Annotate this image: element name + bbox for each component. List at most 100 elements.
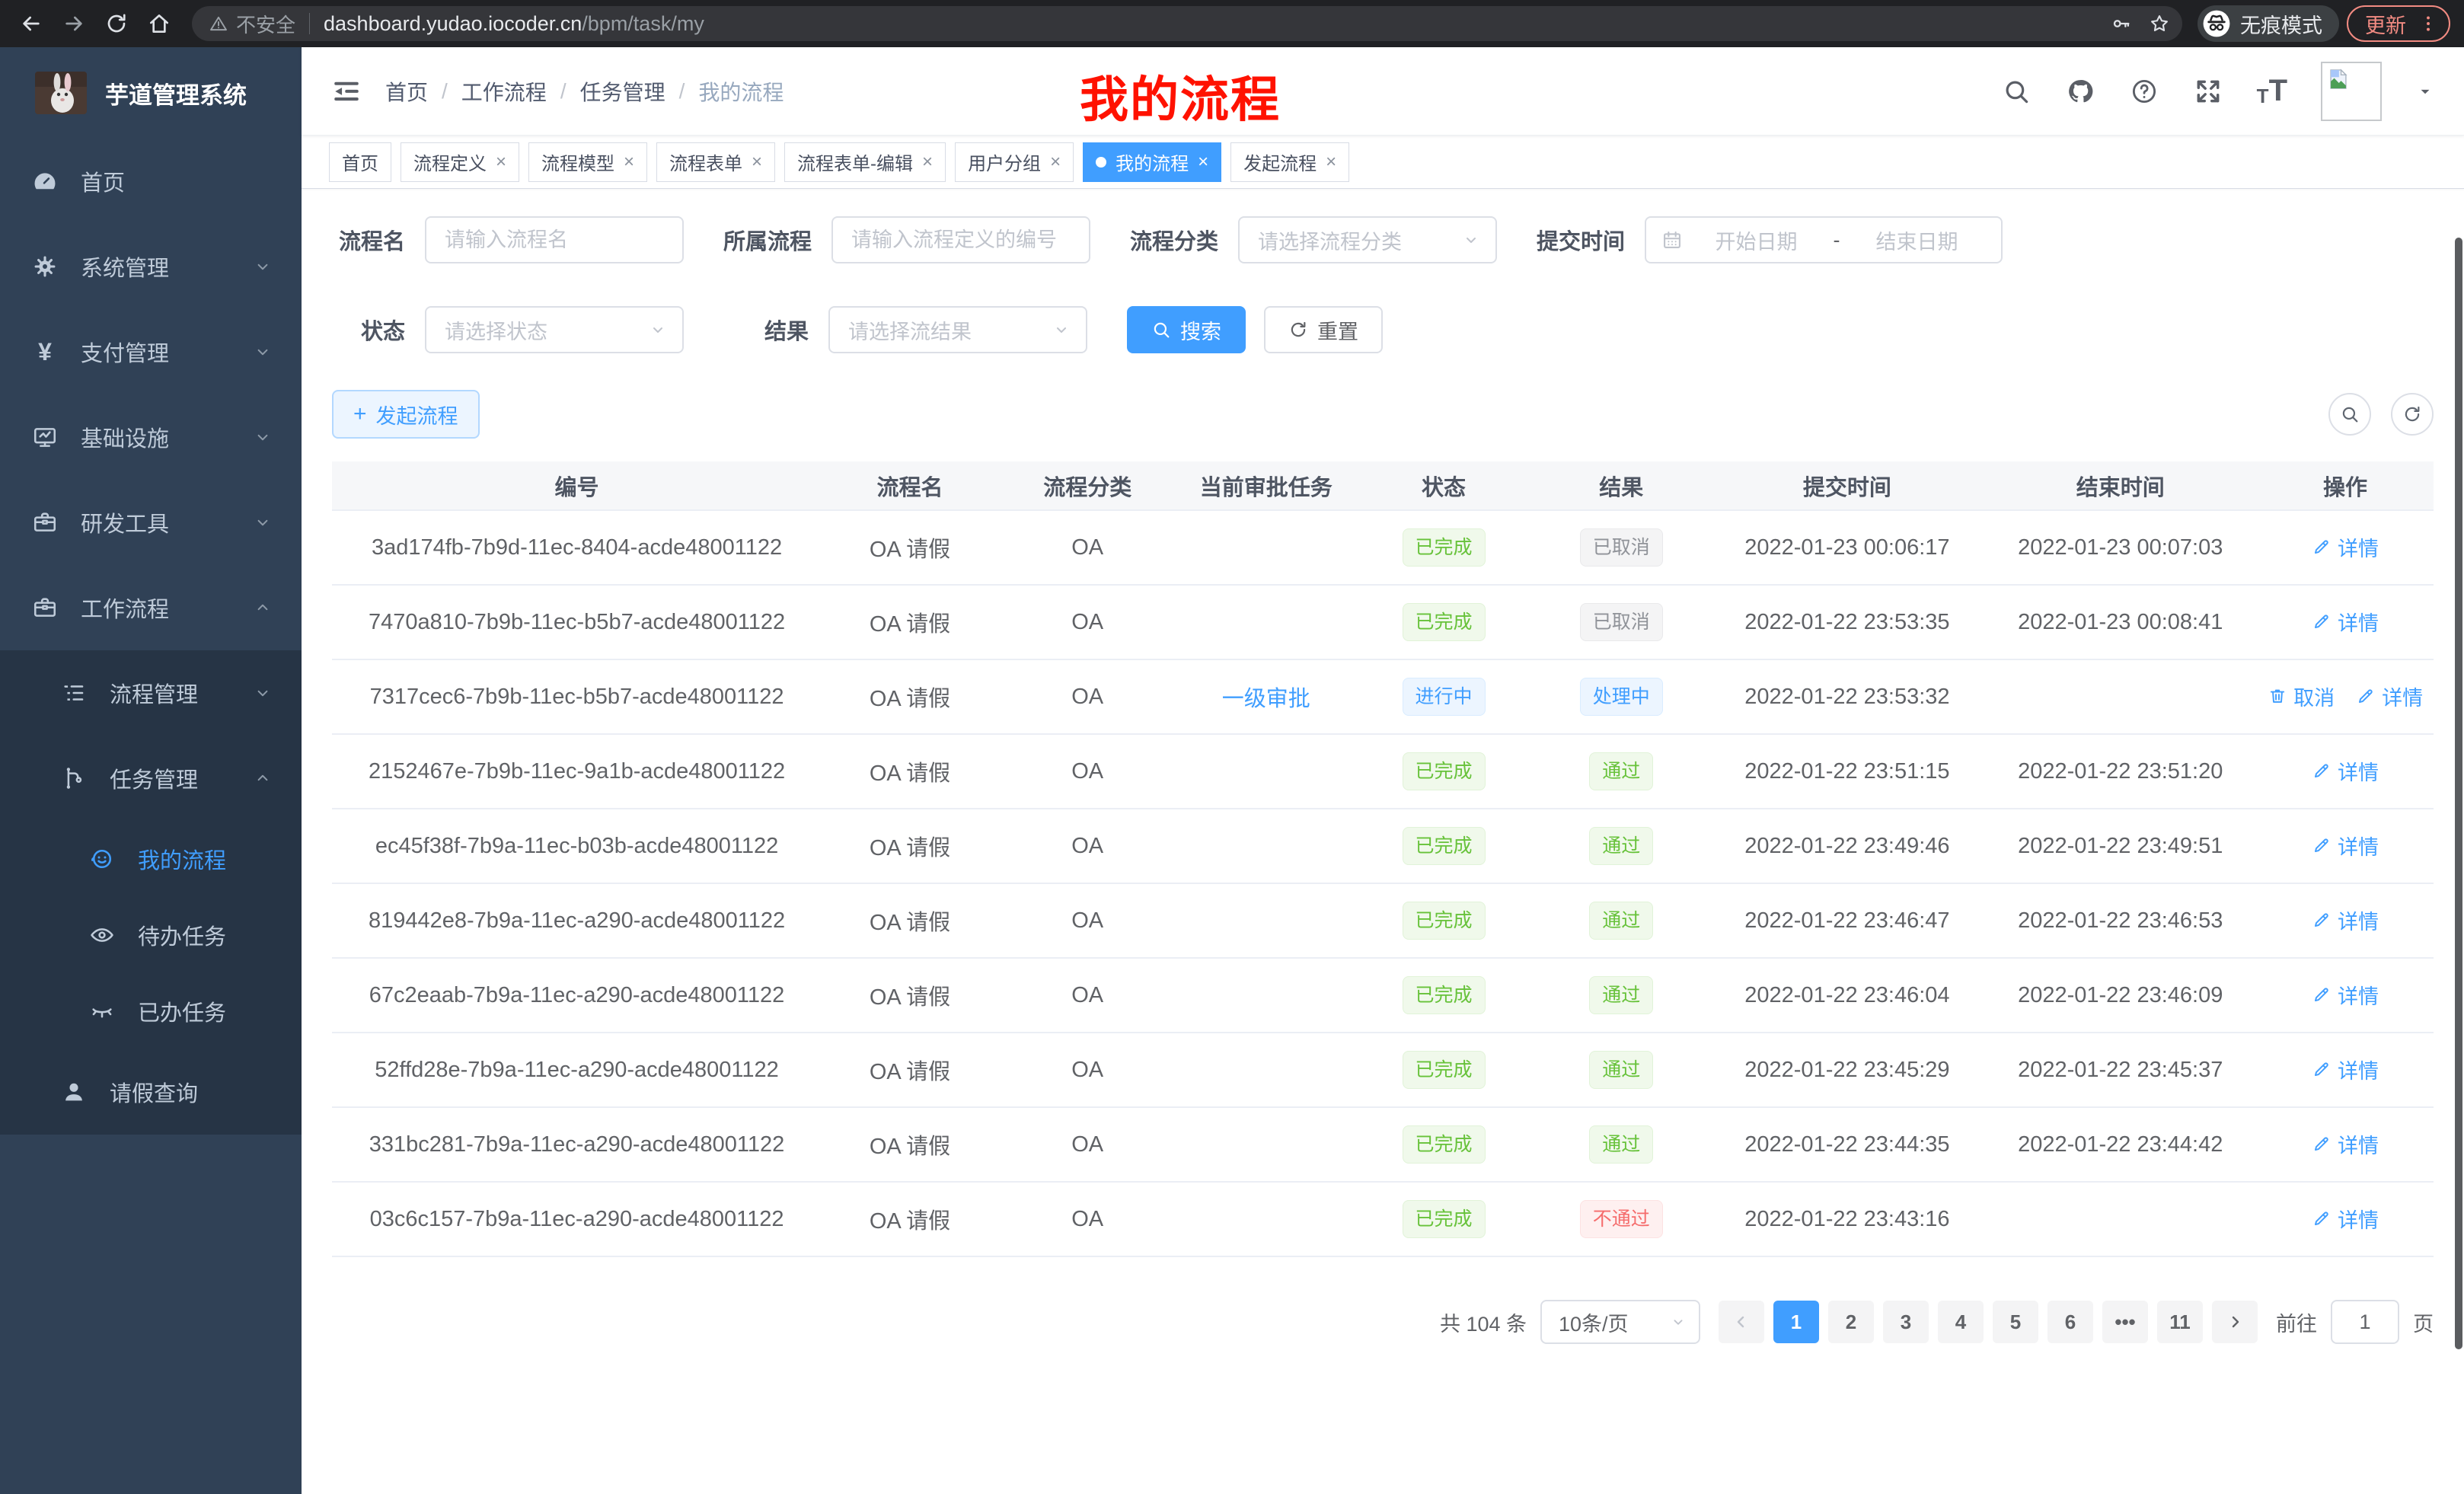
collapse-sidebar-icon[interactable] [330,75,362,107]
tab-my-process[interactable]: 我的流程× [1083,142,1221,182]
submit-time-range-picker[interactable]: 开始日期 - 结束日期 [1645,216,2003,263]
font-size-icon[interactable]: TT [2257,74,2287,108]
detail-action-link[interactable]: 详情 [2312,980,2379,1010]
tab-start-process[interactable]: 发起流程× [1230,142,1349,182]
tab-close-icon[interactable]: × [624,152,634,173]
help-icon[interactable] [2129,76,2159,107]
detail-action-link[interactable]: 详情 [2312,607,2379,637]
filter-label-process-name: 流程名 [332,224,405,256]
tab-user-group[interactable]: 用户分组× [955,142,1074,182]
detail-action-link[interactable]: 详情 [2356,682,2423,711]
user-avatar[interactable] [2321,62,2382,121]
tab-close-icon[interactable]: × [496,152,506,173]
password-key-icon[interactable] [2111,13,2132,34]
detail-action-link[interactable]: 详情 [2312,831,2379,860]
sidebar-item-done-tasks[interactable]: 已办任务 [0,973,302,1049]
detail-action-link[interactable]: 详情 [2312,532,2379,562]
tab-close-icon[interactable]: × [922,152,933,173]
process-def-input[interactable] [831,216,1090,263]
refresh-icon [1288,320,1308,340]
edit-pen-icon [2312,761,2332,781]
browser-forward-button[interactable] [56,6,91,41]
tab-process-form[interactable]: 流程表单× [656,142,775,182]
reset-button[interactable]: 重置 [1264,306,1383,353]
bookmark-star-icon[interactable] [2149,13,2170,34]
page-button-5[interactable]: 5 [1993,1301,2038,1343]
fullscreen-icon[interactable] [2193,76,2223,107]
result-select[interactable]: 请选择流结果 [828,306,1087,353]
sidebar-item-home[interactable]: 首页 [0,139,302,224]
breadcrumb-item-home[interactable]: 首页 [385,76,428,107]
sidebar-item-devtools[interactable]: 研发工具 [0,480,302,565]
search-button[interactable]: 搜索 [1127,306,1246,353]
sidebar-item-payment[interactable]: ¥支付管理 [0,309,302,394]
page-button-4[interactable]: 4 [1938,1301,1984,1343]
tab-close-icon[interactable]: × [1326,152,1336,173]
browser-back-button[interactable] [14,6,49,41]
sidebar-item-process-mgmt[interactable]: 流程管理 [0,650,302,736]
cell-status: 进行中 [1355,659,1532,734]
page-button-2[interactable]: 2 [1828,1301,1874,1343]
tab-close-icon[interactable]: × [752,152,762,173]
breadcrumb-item-workflow[interactable]: 工作流程 [461,76,547,107]
browser-home-button[interactable] [142,6,177,41]
tab-label: 首页 [342,148,378,175]
detail-action-link[interactable]: 详情 [2312,1055,2379,1084]
prev-page-button[interactable] [1719,1301,1764,1343]
sidebar-item-workflow[interactable]: 工作流程 [0,565,302,650]
process-name-input[interactable] [425,216,684,263]
app-logo-row[interactable]: 芋道管理系统 [0,47,302,139]
address-bar[interactable]: 不安全 dashboard.yudao.iocoder.cn/bpm/task/… [192,6,2182,41]
table-row: ec45f38f-7b9a-11ec-b03b-acde48001122OA 请… [332,809,2434,883]
current-task-link[interactable]: 一级审批 [1222,687,1310,711]
tab-close-icon[interactable]: × [1050,152,1061,173]
cell-current-task: 一级审批 [1177,659,1356,734]
page-button-11[interactable]: 11 [2157,1301,2203,1343]
detail-action-link[interactable]: 详情 [2312,905,2379,935]
sidebar-item-leave-query[interactable]: 请假查询 [0,1049,302,1135]
page-button-1[interactable]: 1 [1773,1301,1819,1343]
status-badge: 已完成 [1403,1051,1486,1089]
detail-action-link[interactable]: 详情 [2312,1204,2379,1234]
tab-process-definition[interactable]: 流程定义× [401,142,519,182]
site-security-chip[interactable]: 不安全 [209,10,295,38]
category-select[interactable]: 请选择流程分类 [1238,216,1497,263]
status-select[interactable]: 请选择状态 [425,306,684,353]
sidebar-item-system[interactable]: 系统管理 [0,224,302,309]
detail-action-link[interactable]: 详情 [2312,1129,2379,1159]
result-badge: 通过 [1589,827,1653,865]
sidebar-item-infra[interactable]: 基础设施 [0,394,302,480]
tab-process-form-edit[interactable]: 流程表单-编辑× [784,142,946,182]
page-button-6[interactable]: 6 [2047,1301,2093,1343]
avatar-caret-icon[interactable] [2415,81,2435,101]
tab-close-icon[interactable]: × [1198,152,1208,173]
tab-process-model[interactable]: 流程模型× [528,142,647,182]
detail-action-link[interactable]: 详情 [2312,756,2379,786]
status-badge: 已完成 [1403,528,1486,567]
breadcrumb-item-task-mgmt[interactable]: 任务管理 [580,76,665,107]
goto-page-input[interactable] [2331,1300,2399,1344]
tab-home[interactable]: 首页 [329,142,391,182]
breadcrumb: 首页 / 工作流程 / 任务管理 / 我的流程 [385,76,784,107]
header-search-icon[interactable] [2001,76,2032,107]
cancel-action-link[interactable]: 取消 [2268,682,2335,711]
show-search-button[interactable] [2328,393,2371,436]
sidebar-item-my-process[interactable]: 我的流程 [0,821,302,897]
page-url[interactable]: dashboard.yudao.iocoder.cn/bpm/task/my [324,12,2100,36]
cell-status: 已完成 [1355,1033,1532,1107]
sidebar-item-todo-tasks[interactable]: 待办任务 [0,897,302,973]
browser-reload-button[interactable] [99,6,134,41]
start-process-button[interactable]: + 发起流程 [332,390,480,439]
page-size-select[interactable]: 10条/页 [1540,1300,1700,1344]
github-icon[interactable] [2065,76,2095,107]
browser-update-button[interactable]: 更新 [2347,5,2450,42]
cell-submit-time: 2022-01-22 23:53:35 [1711,585,1984,659]
sidebar-item-task-mgmt[interactable]: 任务管理 [0,736,302,821]
next-page-button[interactable] [2212,1301,2258,1343]
page-scrollbar[interactable] [2455,238,2462,1349]
refresh-table-button[interactable] [2391,393,2434,436]
more-pages-button[interactable]: ••• [2102,1301,2148,1343]
page-button-3[interactable]: 3 [1883,1301,1929,1343]
browser-menu-icon[interactable] [2418,14,2438,34]
cell-category: OA [998,585,1177,659]
